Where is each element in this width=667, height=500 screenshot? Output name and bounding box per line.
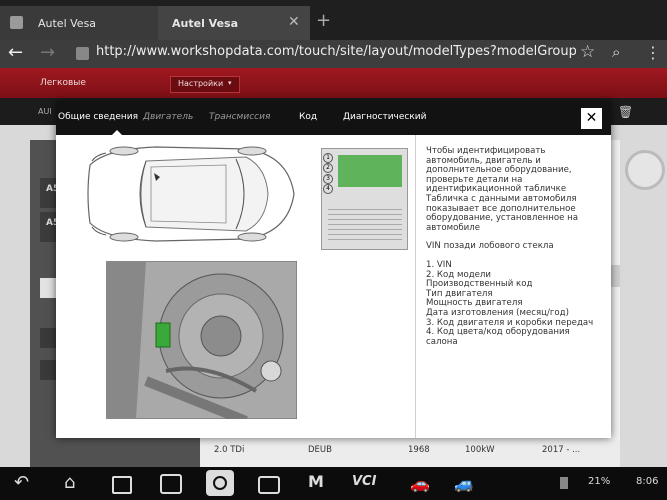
plate-text-lines (328, 205, 402, 243)
table-cell: DEUB (308, 445, 332, 455)
url-input[interactable]: http://www.workshopdata.com/touch/site/l… (96, 44, 576, 64)
table-row[interactable]: 2.0 TDi DEUB 1968 100kW 2017 - ... (200, 440, 620, 467)
browser-tab[interactable]: Autel Vesa (0, 6, 158, 40)
car-service-icon[interactable]: 🚙 (454, 474, 474, 493)
description-text: Чтобы идентифицировать автомобиль, двига… (426, 146, 604, 347)
legend-list: 1. VIN 2. Код модели Производственный ко… (426, 260, 604, 347)
plate-marker: 4 (323, 184, 333, 194)
sub-header-label: AUI (38, 107, 52, 116)
vci-icon[interactable]: VCI (352, 474, 376, 489)
settings-label: Настройки (178, 79, 224, 88)
tab-close-icon[interactable]: ✕ (288, 14, 300, 30)
table-cell: 1968 (408, 445, 430, 455)
clock: 8:06 (636, 476, 659, 487)
active-tab-indicator (112, 130, 122, 135)
forward-arrow-icon[interactable]: → (40, 42, 55, 63)
trunk-location-image (106, 261, 297, 419)
close-button[interactable]: ✕ (581, 108, 602, 129)
menu-icon[interactable]: ⋮ (645, 43, 661, 62)
app-header (0, 68, 667, 98)
table-cell: 2.0 TDi (214, 445, 245, 455)
browser-tab-active[interactable]: Autel Vesa ✕ (158, 6, 310, 40)
category-label: Легковые (40, 78, 86, 88)
plate-marker: 3 (323, 174, 333, 184)
site-icon (76, 47, 89, 60)
table-cell: 2017 - ... (542, 445, 581, 455)
car-top-view-image (87, 146, 295, 242)
screenshot-icon[interactable] (160, 474, 182, 494)
legend-item: 4. Код цвета/код оборудования салона (426, 327, 570, 347)
recent-apps-icon[interactable] (112, 476, 132, 494)
home-icon[interactable]: ⌂ (64, 472, 75, 493)
tab-title: Autel Vesa (38, 17, 97, 30)
plate-marker: 1 (323, 153, 333, 163)
plate-note: Табличка с данными автомобиля показывает… (426, 193, 579, 233)
tab-engine[interactable]: Двигатель (143, 112, 193, 122)
tab-general-info[interactable]: Общие сведения (58, 112, 138, 122)
tab-transmission[interactable]: Трансмиссия (209, 112, 270, 122)
intro-text: Чтобы идентифицировать автомобиль, двига… (426, 146, 572, 195)
tab-diagnostic[interactable]: Диагностический (343, 112, 427, 122)
dialog-tabs (56, 101, 611, 135)
back-arrow-icon[interactable]: ← (8, 42, 23, 63)
car-diagnostic-icon[interactable]: 🚗 (410, 474, 430, 493)
camera-icon[interactable] (206, 470, 234, 496)
tab-code[interactable]: Код (299, 112, 317, 122)
battery-status: 21% (588, 476, 611, 487)
notification-icon (560, 477, 568, 489)
vehicle-identification-dialog: Общие сведения Двигатель Трансмиссия Код… (56, 101, 611, 438)
search-icon[interactable]: ⌕ (612, 43, 620, 61)
plate-highlight (338, 155, 402, 187)
chevron-down-icon: ▾ (228, 79, 232, 87)
back-icon[interactable]: ↶ (14, 472, 29, 493)
vin-note: VIN позади лобового стекла (426, 241, 554, 252)
settings-dropdown[interactable]: Настройки ▾ (170, 76, 240, 93)
floating-action-button[interactable] (625, 150, 665, 190)
tab-title: Autel Vesa (172, 17, 239, 30)
new-tab-icon[interactable]: + (316, 10, 331, 31)
tab-favicon-icon (10, 16, 23, 29)
gallery-icon[interactable] (258, 476, 280, 494)
content-divider (415, 135, 416, 438)
id-plate-image: 1 2 3 4 (321, 148, 408, 250)
plate-marker: 2 (323, 163, 333, 173)
m-app-icon[interactable]: M (308, 472, 324, 491)
trash-icon[interactable]: 🗑 (618, 105, 633, 119)
table-cell: 100kW (465, 445, 495, 455)
bookmark-star-icon[interactable]: ☆ (580, 42, 595, 62)
